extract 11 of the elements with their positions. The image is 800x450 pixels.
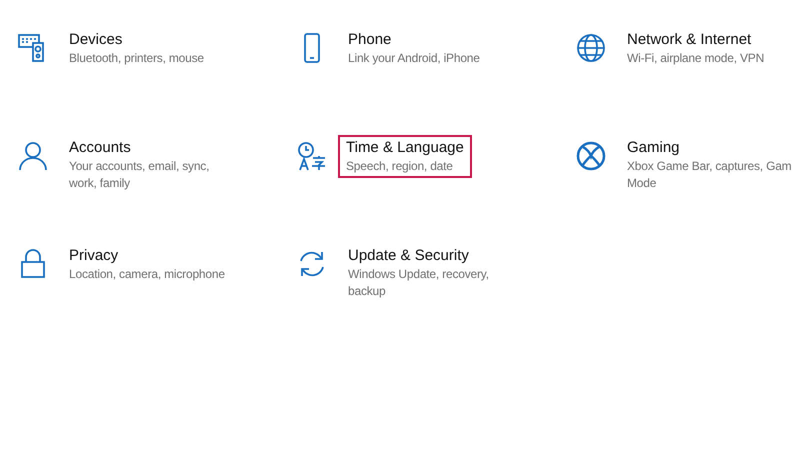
settings-category-link[interactable]: Accounts Your accounts, email, sync, work, family <box>67 135 212 195</box>
settings-category-link[interactable]: Gaming Xbox Game Bar, captures, Gam Mode <box>625 135 794 195</box>
settings-category-link[interactable]: Privacy Location, camera, microphone <box>67 243 227 286</box>
settings-category-link[interactable]: Update & Security Windows Update, recovery, backup <box>346 243 491 303</box>
clock-letters-icon <box>296 140 328 172</box>
settings-category-link[interactable]: Devices Bluetooth, printers, mouse <box>67 27 206 70</box>
settings-category-link[interactable]: Time & Language Speech, region, date <box>338 135 472 178</box>
globe-icon <box>575 32 607 64</box>
person-icon <box>17 140 49 172</box>
settings-category-link[interactable]: Phone Link your Android, iPhone <box>346 27 482 70</box>
settings-category-link[interactable]: Network & Internet Wi-Fi, airplane mode, VPN <box>625 27 766 70</box>
